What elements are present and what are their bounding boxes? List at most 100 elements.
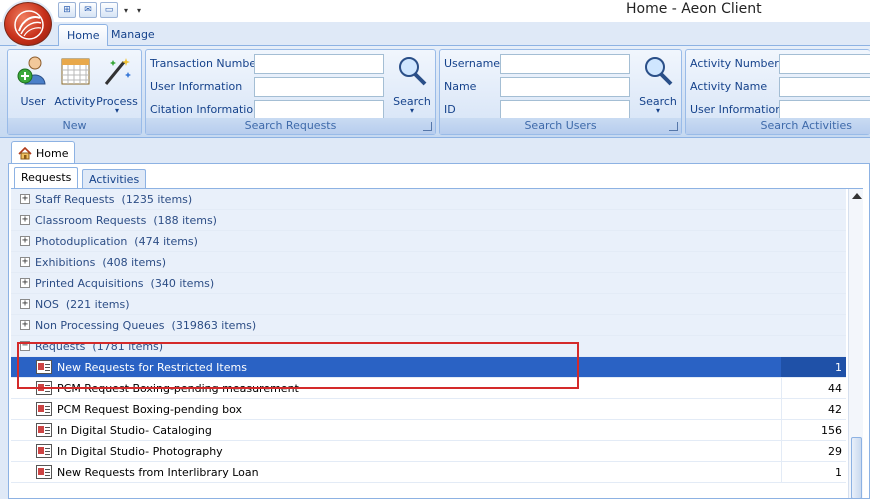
username-row: Username	[444, 54, 634, 74]
dialog-launcher-icon[interactable]	[669, 122, 678, 131]
id-label: ID	[444, 103, 456, 116]
group-row[interactable]: + Non Processing Queues (319863 items)	[11, 315, 846, 336]
group-row[interactable]: + Photoduplication (474 items)	[11, 231, 846, 252]
citation-information-label: Citation Information	[150, 103, 261, 116]
group-row[interactable]: − Requests (1781 items)	[11, 336, 846, 357]
citation-information-input[interactable]	[254, 100, 384, 120]
dialog-launcher-icon[interactable]	[423, 122, 432, 131]
user-information-row: User Information	[150, 77, 386, 97]
transaction-number-input[interactable]	[254, 54, 384, 74]
queue-row[interactable]: In Digital Studio- Cataloging 156	[11, 420, 846, 441]
vertical-scrollbar[interactable]	[848, 189, 863, 498]
home-panel: Requests Activities + Staff Requests (12…	[8, 163, 870, 499]
user-information-label: User Information	[150, 80, 243, 93]
chevron-down-icon[interactable]: ▾	[121, 6, 131, 15]
screen-dropdown-icon[interactable]: ▭	[100, 2, 118, 18]
activity-user-information-row: User Information	[690, 100, 870, 120]
group-row[interactable]: + Printed Acquisitions (340 items)	[11, 273, 846, 294]
expand-icon[interactable]: +	[20, 257, 30, 267]
transaction-number-row: Transaction Number	[150, 54, 386, 74]
expand-icon[interactable]: +	[20, 278, 30, 288]
activity-name-row: Activity Name	[690, 77, 870, 97]
activity-number-row: Activity Number	[690, 54, 870, 74]
scroll-up-icon[interactable]	[852, 193, 862, 199]
document-tab-home[interactable]: Home	[11, 141, 76, 164]
expand-icon[interactable]: +	[20, 299, 30, 309]
user-information-input[interactable]	[254, 77, 384, 97]
search-requests-button[interactable]: Search ▾	[391, 52, 433, 115]
name-input[interactable]	[500, 77, 630, 97]
queue-row[interactable]: New Requests for Restricted Items 1	[11, 357, 846, 378]
search-icon	[645, 57, 673, 86]
id-input[interactable]	[500, 100, 630, 120]
queue-row[interactable]: New Requests from Interlibrary Loan 1	[11, 462, 846, 483]
search-icon	[399, 57, 427, 86]
group-row[interactable]: + Exhibitions (408 items)	[11, 252, 846, 273]
new-activity-label: Activity	[54, 95, 96, 108]
group-label: Classroom Requests (188 items)	[35, 214, 217, 227]
tab-manage[interactable]: Manage	[103, 24, 163, 46]
queue-count: 156	[821, 424, 842, 437]
ribbon-group-caption: New	[8, 118, 141, 134]
chevron-down-icon: ▾	[409, 106, 414, 115]
chevron-down-icon: ▾	[114, 106, 119, 115]
activity-number-label: Activity Number	[690, 57, 779, 70]
transaction-number-label: Transaction Number	[150, 57, 261, 70]
home-icon	[18, 146, 32, 159]
group-row[interactable]: + Classroom Requests (188 items)	[11, 210, 846, 231]
activity-number-input[interactable]	[779, 54, 870, 74]
document-tab-label: Home	[36, 146, 69, 160]
activity-name-input[interactable]	[779, 77, 870, 97]
name-label: Name	[444, 80, 477, 93]
chevron-down-icon: ▾	[655, 106, 660, 115]
queue-count: 29	[828, 445, 842, 458]
window-title: Home - Aeon Client	[626, 1, 762, 17]
column-divider	[781, 441, 782, 461]
expand-icon[interactable]: +	[20, 215, 30, 225]
new-user-button[interactable]: User	[12, 52, 54, 114]
tab-activities[interactable]: Activities	[82, 169, 147, 189]
tab-requests[interactable]: Requests	[14, 167, 79, 189]
queue-row[interactable]: PCM Request Boxing-pending box 42	[11, 399, 846, 420]
mail-icon[interactable]: ✉	[79, 2, 97, 18]
queue-row[interactable]: In Digital Studio- Photography 29	[11, 441, 846, 462]
group-row[interactable]: + Staff Requests (1235 items)	[11, 189, 846, 210]
quick-access-toolbar: ⊞ ✉ ▭ ▾ ▾	[58, 1, 144, 19]
ribbon-group-caption: Search Requests	[146, 118, 435, 134]
customize-toolbar-icon[interactable]: ▾	[134, 6, 144, 15]
group-row[interactable]: + NOS (221 items)	[11, 294, 846, 315]
queue-name: PCM Request Boxing-pending measurement	[57, 382, 299, 395]
expand-icon[interactable]: +	[20, 320, 30, 330]
group-label: Requests (1781 items)	[35, 340, 164, 353]
ribbon-group-caption: Search Users	[440, 118, 681, 134]
aeon-logo-icon	[14, 10, 44, 40]
ribbon-group-search-users: Username Name ID Search ▾ Search Users	[439, 49, 682, 135]
ribbon-group-search-requests: Transaction Number User Information Cita…	[145, 49, 436, 135]
scrollbar-thumb[interactable]	[851, 437, 862, 498]
document-area: Home Requests Activities + Staff Request…	[0, 138, 870, 499]
wand-icon	[104, 58, 131, 85]
username-input[interactable]	[500, 54, 630, 74]
queue-name: New Requests for Restricted Items	[57, 361, 247, 374]
calendar-icon	[61, 58, 90, 85]
queue-count: 1	[835, 466, 842, 479]
activity-user-information-input[interactable]	[779, 100, 870, 120]
search-users-button[interactable]: Search ▾	[637, 52, 679, 115]
username-label: Username	[444, 57, 501, 70]
queue-name: PCM Request Boxing-pending box	[57, 403, 243, 416]
process-button[interactable]: Process ▾	[96, 52, 138, 115]
group-label: Non Processing Queues (319863 items)	[35, 319, 257, 332]
column-divider	[781, 462, 782, 482]
expand-icon[interactable]: +	[20, 194, 30, 204]
tab-home[interactable]: Home	[58, 24, 109, 46]
ribbon-group-new: User Activity Process ▾ New	[7, 49, 142, 135]
group-label: Printed Acquisitions (340 items)	[35, 277, 215, 290]
application-menu-button[interactable]	[4, 2, 52, 46]
new-activity-button[interactable]: Activity	[54, 52, 96, 114]
expand-icon[interactable]: +	[20, 236, 30, 246]
sitemap-icon[interactable]: ⊞	[58, 2, 76, 18]
queue-row[interactable]: PCM Request Boxing-pending measurement 4…	[11, 378, 846, 399]
queue-count: 1	[835, 361, 842, 374]
collapse-icon[interactable]: −	[20, 341, 30, 351]
ribbon-tab-bar: Home Manage	[0, 22, 870, 46]
